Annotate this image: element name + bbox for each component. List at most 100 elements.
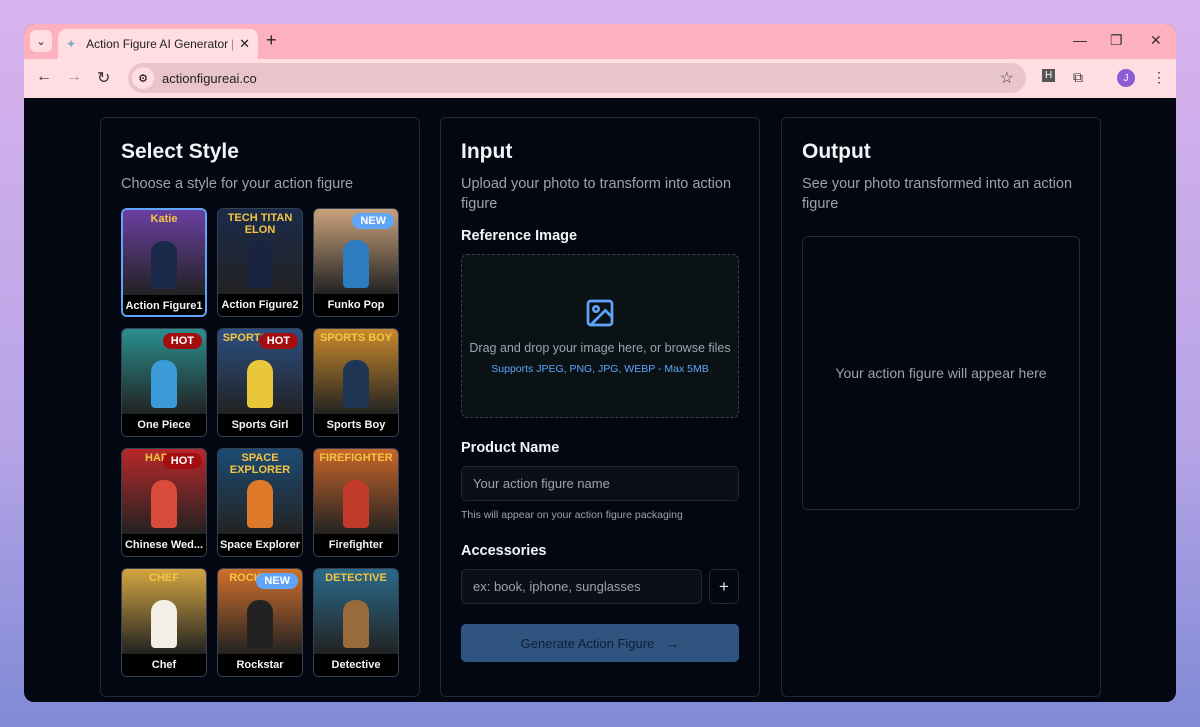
extensions-puzzle-icon[interactable]: ⧉ [1073, 69, 1083, 86]
image-dropzone[interactable]: Drag and drop your image here, or browse… [461, 254, 739, 418]
style-label: Chinese Wed... [122, 534, 206, 556]
generate-button[interactable]: Generate Action Figure → [461, 624, 739, 662]
style-thumbnail: TECH TITAN ELON [218, 209, 302, 294]
style-label: Firefighter [314, 534, 398, 556]
generate-label: Generate Action Figure [520, 635, 655, 651]
style-label: Funko Pop [314, 294, 398, 316]
figure-shape [247, 240, 273, 288]
style-thumbnail: DETECTIVE [314, 569, 398, 654]
style-tile[interactable]: SPORTS BOY Sports Boy [313, 328, 399, 437]
tab-search-button[interactable]: ⌄ [30, 30, 52, 52]
tab-bar: ⌄ ✦ Action Figure AI Generator | Tur ✕ +… [24, 24, 1176, 59]
style-label: Space Explorer [218, 534, 302, 556]
new-tab-button[interactable]: + [266, 30, 277, 51]
back-icon[interactable]: ← [36, 68, 52, 86]
reload-icon[interactable]: ↻ [97, 68, 110, 88]
style-badge: HOT [258, 333, 298, 349]
restore-button[interactable]: ❐ [1110, 32, 1123, 49]
output-title: Output [802, 140, 871, 163]
add-accessory-button[interactable]: + [709, 569, 739, 604]
address-bar[interactable]: ⚙ actionfigureai.co ☆ [128, 63, 1026, 93]
extension-h-icon[interactable]: H [1042, 69, 1056, 82]
figure-shape [247, 600, 273, 648]
toolbar: ← → ↻ ⚙ actionfigureai.co ☆ H ⧉ J ⋮ [24, 59, 1176, 98]
style-tile[interactable]: FIREFIGHTER Firefighter [313, 448, 399, 557]
style-label: Sports Girl [218, 414, 302, 436]
style-tile[interactable]: SPORTS GIRLHOTSports Girl [217, 328, 303, 437]
thumbnail-art-text: DETECTIVE [325, 572, 387, 584]
style-badge: NEW [352, 213, 394, 229]
select-style-title: Select Style [121, 140, 239, 163]
minimize-button[interactable]: — [1073, 32, 1087, 48]
style-tile[interactable]: ROCKSTARNEWRockstar [217, 568, 303, 677]
image-icon [586, 299, 614, 327]
figure-shape [343, 240, 369, 288]
thumbnail-art-text: TECH TITAN ELON [227, 212, 293, 236]
close-window-button[interactable]: ✕ [1150, 32, 1162, 49]
output-preview: Your action figure will appear here [802, 236, 1080, 510]
style-tile[interactable]: HAPPYHOTChinese Wed... [121, 448, 207, 557]
style-tile[interactable]: NEW Funko Pop [313, 208, 399, 317]
style-thumbnail: FIREFIGHTER [314, 449, 398, 534]
style-thumbnail: SPACE EXPLORER [218, 449, 302, 534]
style-tile[interactable]: SPACE EXPLORER Space Explorer [217, 448, 303, 557]
style-grid: Katie Action Figure1 TECH TITAN ELON Action… [121, 208, 399, 677]
style-tile[interactable]: Katie Action Figure1 [121, 208, 207, 317]
style-label: Action Figure1 [123, 295, 205, 315]
output-card: Output See your photo transformed into a… [781, 117, 1101, 697]
figure-shape [151, 241, 177, 289]
product-name-label: Product Name [461, 440, 560, 456]
bookmark-star-icon[interactable]: ☆ [1000, 68, 1014, 88]
tab-title: Action Figure AI Generator | Tur [86, 37, 234, 51]
accessories-input[interactable]: ex: book, iphone, sunglasses [461, 569, 702, 604]
active-tab[interactable]: ✦ Action Figure AI Generator | Tur ✕ [58, 29, 258, 59]
reference-image-label: Reference Image [461, 228, 578, 244]
product-name-hint: This will appear on your action figure p… [461, 509, 683, 521]
url-text: actionfigureai.co [162, 70, 257, 86]
menu-kebab-icon[interactable]: ⋮ [1152, 69, 1166, 86]
figure-shape [247, 360, 273, 408]
thumbnail-art-text: SPACE EXPLORER [229, 452, 291, 476]
style-label: One Piece [122, 414, 206, 436]
style-label: Chef [122, 654, 206, 676]
arrow-right-icon: → [666, 635, 680, 651]
style-tile[interactable]: TECH TITAN ELON Action Figure2 [217, 208, 303, 317]
style-tile[interactable]: HOT One Piece [121, 328, 207, 437]
select-style-subtitle: Choose a style for your action figure [121, 176, 354, 192]
style-label: Rockstar [218, 654, 302, 676]
style-badge: NEW [256, 573, 298, 589]
site-settings-icon[interactable]: ⚙ [132, 67, 154, 89]
thumbnail-art-text: SPORTS BOY [319, 332, 393, 344]
forward-icon[interactable]: → [66, 68, 82, 86]
figure-shape [151, 480, 177, 528]
figure-shape [247, 480, 273, 528]
style-tile[interactable]: CHEF Chef [121, 568, 207, 677]
style-badge: HOT [162, 453, 202, 469]
style-label: Action Figure2 [218, 294, 302, 316]
dropzone-text: Drag and drop your image here, or browse… [469, 341, 731, 355]
product-name-input[interactable]: Your action figure name [461, 466, 739, 501]
favicon-icon: ✦ [66, 37, 77, 51]
style-tile[interactable]: DETECTIVE Detective [313, 568, 399, 677]
profile-avatar[interactable]: J [1117, 69, 1135, 87]
figure-shape [343, 480, 369, 528]
style-badge: HOT [162, 333, 202, 349]
figure-shape [151, 360, 177, 408]
input-card: Input Upload your photo to transform int… [440, 117, 760, 697]
close-tab-icon[interactable]: ✕ [239, 36, 250, 52]
style-thumbnail: CHEF [122, 569, 206, 654]
browser-window: ⌄ ✦ Action Figure AI Generator | Tur ✕ +… [24, 24, 1176, 702]
input-subtitle: Upload your photo to transform into acti… [461, 176, 732, 212]
figure-shape [343, 360, 369, 408]
style-label: Sports Boy [314, 414, 398, 436]
accessories-label: Accessories [461, 543, 547, 559]
figure-shape [151, 600, 177, 648]
thumbnail-art-text: FIREFIGHTER [319, 452, 393, 464]
thumbnail-art-text: Katie [150, 213, 178, 225]
output-subtitle: See your photo transformed into an actio… [802, 176, 1073, 212]
style-thumbnail: Katie [123, 210, 205, 295]
style-label: Detective [314, 654, 398, 676]
figure-shape [343, 600, 369, 648]
dropzone-support-text: Supports JPEG, PNG, JPG, WEBP - Max 5MB [491, 363, 709, 375]
style-thumbnail: SPORTS BOY [314, 329, 398, 414]
